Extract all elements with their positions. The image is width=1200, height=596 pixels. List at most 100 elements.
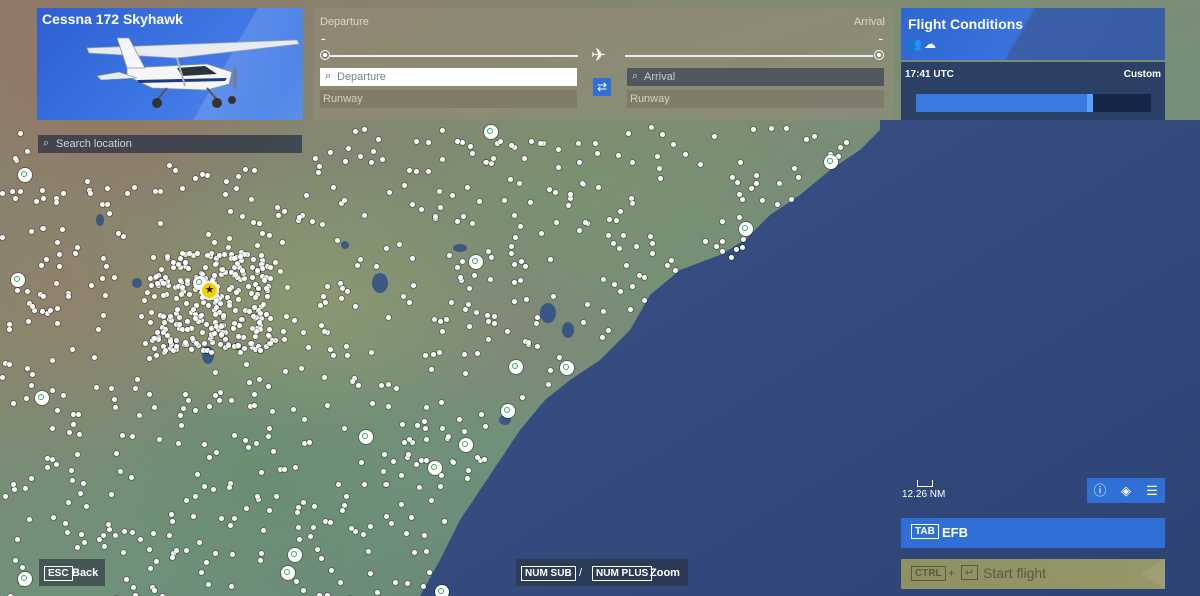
small-airport-marker[interactable]: [414, 139, 419, 144]
small-airport-marker[interactable]: [174, 296, 179, 301]
small-airport-marker[interactable]: [535, 344, 540, 349]
small-airport-marker[interactable]: [250, 326, 255, 331]
small-airport-marker[interactable]: [331, 185, 336, 190]
small-airport-marker[interactable]: [185, 278, 190, 283]
small-airport-marker[interactable]: [154, 274, 159, 279]
small-airport-marker[interactable]: [70, 347, 75, 352]
small-airport-marker[interactable]: [54, 462, 59, 467]
small-airport-marker[interactable]: [109, 386, 114, 391]
small-airport-marker[interactable]: [399, 502, 404, 507]
small-airport-marker[interactable]: [240, 268, 245, 273]
small-airport-marker[interactable]: [165, 254, 170, 259]
small-airport-marker[interactable]: [358, 257, 363, 262]
small-airport-marker[interactable]: [624, 263, 629, 268]
small-airport-marker[interactable]: [270, 409, 275, 414]
small-airport-marker[interactable]: [244, 506, 249, 511]
small-airport-marker[interactable]: [665, 263, 670, 268]
small-airport-marker[interactable]: [88, 191, 93, 196]
small-airport-marker[interactable]: [576, 141, 581, 146]
small-airport-marker[interactable]: [179, 292, 184, 297]
small-airport-marker[interactable]: [804, 137, 809, 142]
small-airport-marker[interactable]: [362, 127, 367, 132]
small-airport-marker[interactable]: [812, 134, 817, 139]
small-airport-marker[interactable]: [177, 315, 182, 320]
small-airport-marker[interactable]: [0, 375, 5, 380]
small-airport-marker[interactable]: [224, 179, 229, 184]
small-airport-marker[interactable]: [75, 245, 80, 250]
small-airport-marker[interactable]: [259, 551, 264, 556]
small-airport-marker[interactable]: [468, 144, 473, 149]
small-airport-marker[interactable]: [184, 548, 189, 553]
airport-marker[interactable]: [560, 361, 574, 375]
small-airport-marker[interactable]: [232, 516, 237, 521]
small-airport-marker[interactable]: [433, 214, 438, 219]
small-airport-marker[interactable]: [444, 317, 449, 322]
small-airport-marker[interactable]: [170, 519, 175, 524]
small-airport-marker[interactable]: [319, 323, 324, 328]
small-airport-marker[interactable]: [439, 400, 444, 405]
small-airport-marker[interactable]: [130, 434, 135, 439]
small-airport-marker[interactable]: [204, 322, 209, 327]
small-airport-marker[interactable]: [293, 465, 298, 470]
small-airport-marker[interactable]: [174, 338, 179, 343]
small-airport-marker[interactable]: [397, 242, 402, 247]
small-airport-marker[interactable]: [548, 368, 553, 373]
small-airport-marker[interactable]: [741, 237, 746, 242]
small-airport-marker[interactable]: [25, 289, 30, 294]
small-airport-marker[interactable]: [297, 215, 302, 220]
small-airport-marker[interactable]: [161, 281, 166, 286]
small-airport-marker[interactable]: [402, 440, 407, 445]
small-airport-marker[interactable]: [129, 475, 134, 480]
small-airport-marker[interactable]: [250, 265, 255, 270]
small-airport-marker[interactable]: [313, 156, 318, 161]
small-airport-marker[interactable]: [557, 355, 562, 360]
small-airport-marker[interactable]: [233, 272, 238, 277]
airport-marker[interactable]: [469, 255, 483, 269]
small-airport-marker[interactable]: [113, 533, 118, 538]
small-airport-marker[interactable]: [178, 278, 183, 283]
small-airport-marker[interactable]: [148, 320, 153, 325]
small-airport-marker[interactable]: [252, 403, 257, 408]
small-airport-marker[interactable]: [175, 307, 180, 312]
small-airport-marker[interactable]: [247, 309, 252, 314]
small-airport-marker[interactable]: [30, 372, 35, 377]
small-airport-marker[interactable]: [262, 278, 267, 283]
small-airport-marker[interactable]: [379, 383, 384, 388]
small-airport-marker[interactable]: [187, 292, 192, 297]
small-airport-marker[interactable]: [257, 221, 262, 226]
small-airport-marker[interactable]: [213, 393, 218, 398]
small-airport-marker[interactable]: [345, 289, 350, 294]
small-airport-marker[interactable]: [461, 214, 466, 219]
small-airport-marker[interactable]: [29, 383, 34, 388]
arrival-input[interactable]: ⌕ Arrival: [627, 68, 884, 86]
small-airport-marker[interactable]: [467, 324, 472, 329]
small-airport-marker[interactable]: [304, 193, 309, 198]
small-airport-marker[interactable]: [386, 382, 391, 387]
small-airport-marker[interactable]: [189, 347, 194, 352]
small-airport-marker[interactable]: [268, 316, 273, 321]
small-airport-marker[interactable]: [185, 319, 190, 324]
airport-marker[interactable]: [288, 548, 302, 562]
small-airport-marker[interactable]: [184, 301, 189, 306]
small-airport-marker[interactable]: [168, 339, 173, 344]
small-airport-marker[interactable]: [178, 256, 183, 261]
small-airport-marker[interactable]: [252, 392, 257, 397]
small-airport-marker[interactable]: [267, 426, 272, 431]
small-airport-marker[interactable]: [252, 305, 257, 310]
small-airport-marker[interactable]: [512, 280, 517, 285]
small-airport-marker[interactable]: [648, 234, 653, 239]
small-airport-marker[interactable]: [112, 275, 117, 280]
small-airport-marker[interactable]: [223, 192, 228, 197]
small-airport-marker[interactable]: [213, 370, 218, 375]
small-airport-marker[interactable]: [297, 537, 302, 542]
small-airport-marker[interactable]: [246, 284, 251, 289]
small-airport-marker[interactable]: [308, 534, 313, 539]
small-airport-marker[interactable]: [101, 313, 106, 318]
small-airport-marker[interactable]: [338, 580, 343, 585]
small-airport-marker[interactable]: [27, 517, 32, 522]
small-airport-marker[interactable]: [335, 238, 340, 243]
small-airport-marker[interactable]: [39, 263, 44, 268]
small-airport-marker[interactable]: [202, 442, 207, 447]
small-airport-marker[interactable]: [318, 303, 323, 308]
small-airport-marker[interactable]: [180, 285, 185, 290]
